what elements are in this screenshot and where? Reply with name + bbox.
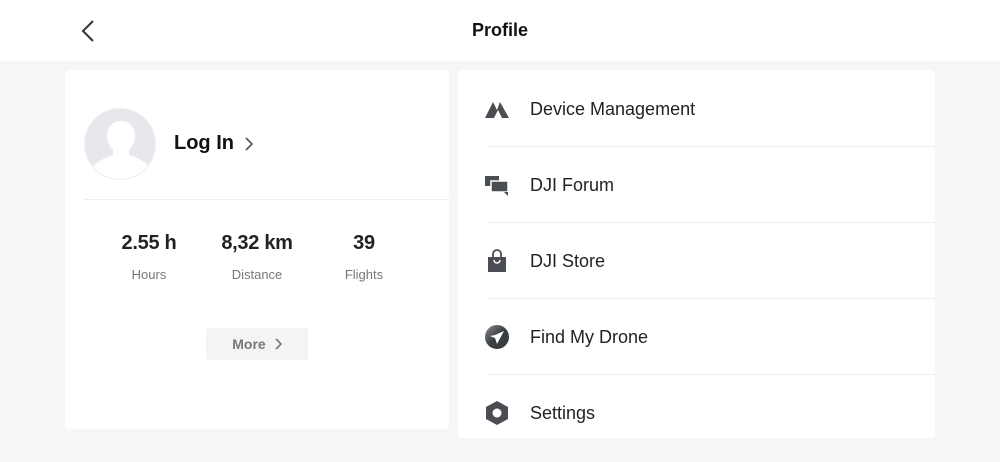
menu-item-label: DJI Store: [530, 250, 606, 271]
header: Profile: [0, 0, 1000, 61]
menu-card: Device Management DJI Forum DJI Store Fi…: [458, 70, 935, 438]
menu-item-label: Settings: [530, 402, 596, 423]
more-label: More: [232, 336, 266, 352]
stat-flights: 39 Flights: [304, 232, 424, 282]
divider: [84, 199, 449, 200]
stat-value: 2.55 h: [121, 232, 177, 254]
menu-item-label: Device Management: [530, 98, 696, 119]
menu-item-find-my-drone[interactable]: Find My Drone: [458, 299, 935, 375]
stat-value: 8,32 km: [221, 232, 293, 254]
page-title: Profile: [471, 20, 528, 40]
menu-item-device-management[interactable]: Device Management: [458, 71, 935, 147]
menu-item-dji-store[interactable]: DJI Store: [458, 223, 935, 299]
forum-icon: [485, 176, 509, 196]
stat-distance: 8,32 km Distance: [197, 232, 317, 282]
avatar[interactable]: [84, 108, 156, 180]
menu-item-label: DJI Forum: [530, 174, 615, 195]
menu-item-settings[interactable]: Settings: [458, 375, 935, 451]
menu-item-dji-forum[interactable]: DJI Forum: [458, 147, 935, 223]
chevron-right-icon: [275, 338, 282, 350]
stat-label: Hours: [131, 267, 167, 282]
store-bag-icon: [488, 249, 506, 272]
stat-hours: 2.55 h Hours: [89, 232, 209, 282]
stat-label: Distance: [231, 267, 283, 282]
menu-item-label: Find My Drone: [530, 326, 649, 347]
login-button[interactable]: Log In: [174, 132, 254, 155]
profile-card: Log In 2.55 h Hours 8,32 km Distance 39 …: [65, 70, 449, 429]
user-silhouette-icon: [93, 121, 149, 179]
stat-value: 39: [353, 232, 375, 254]
compass-icon: [485, 325, 509, 349]
more-button[interactable]: More: [206, 328, 308, 360]
hexagon-settings-icon: [486, 401, 508, 425]
device-icon: [485, 102, 509, 118]
chevron-right-icon: [245, 136, 254, 151]
stat-label: Flights: [344, 267, 384, 282]
login-label: Log In: [174, 132, 234, 154]
